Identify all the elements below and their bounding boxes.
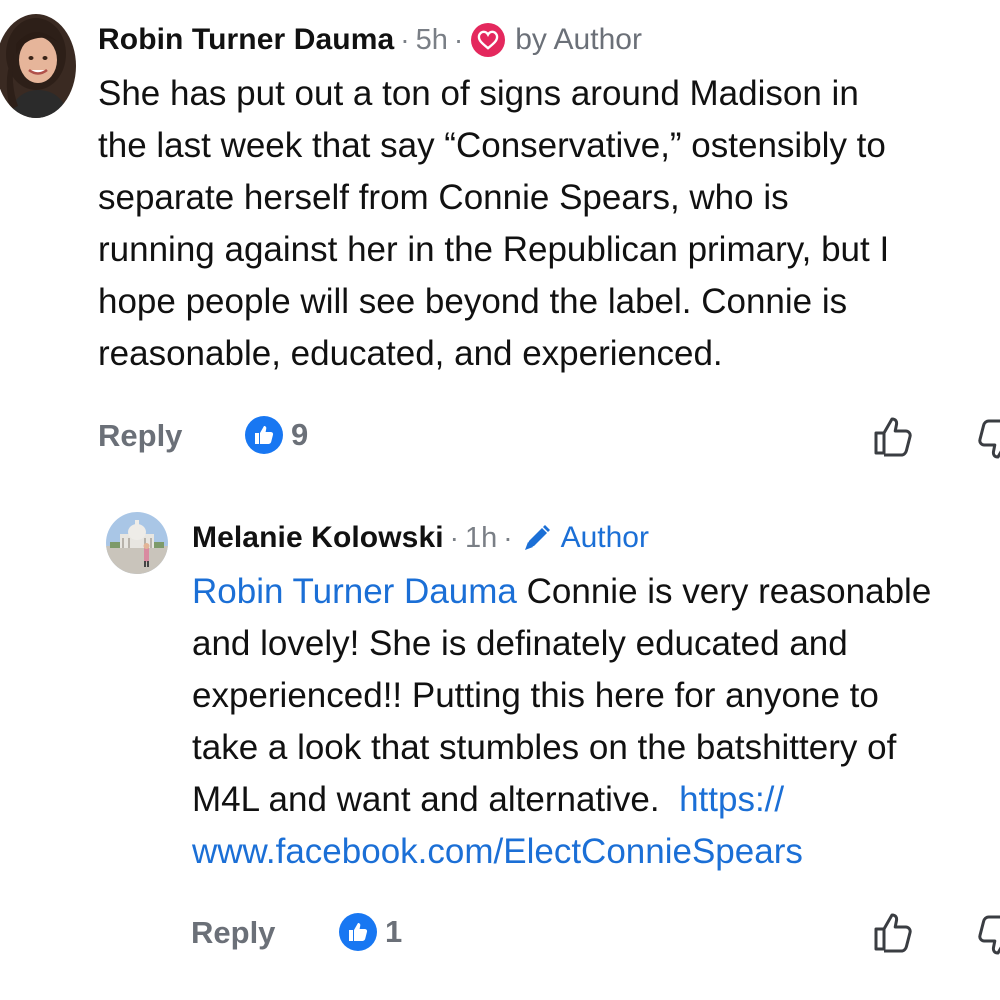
comment-thread: Robin Turner Dauma · 5h · by Author She … — [0, 0, 1000, 1000]
comment-text: M4L and want and alternative. — [192, 780, 680, 819]
pencil-icon — [521, 522, 553, 554]
comment-line: separate herself from Connie Spears, who… — [98, 178, 789, 217]
heart-icon — [471, 23, 506, 57]
comment-line: hope people will see beyond the label. C… — [98, 282, 848, 321]
like-reactions[interactable]: 9 — [245, 416, 308, 454]
separator: · — [449, 522, 459, 553]
comment-line: Robin Turner Dauma Connie is very reason… — [192, 566, 931, 618]
mention-link[interactable]: Robin Turner Dauma — [192, 572, 517, 611]
comment-line: running against her in the Republican pr… — [98, 230, 890, 269]
timestamp[interactable]: 1h — [465, 518, 497, 558]
separator: · — [453, 24, 464, 55]
avatar[interactable] — [0, 14, 76, 118]
like-icon — [245, 416, 283, 454]
like-reactions[interactable]: 1 — [339, 913, 402, 951]
comment-body: She has put out a ton of signs around Ma… — [98, 68, 889, 380]
author-name[interactable]: Melanie Kolowski — [192, 518, 444, 558]
like-count: 9 — [291, 417, 309, 452]
comment-line: reasonable, educated, and experienced. — [98, 334, 723, 373]
comment-line: take a look that stumbles on the batshit… — [192, 728, 897, 767]
url-link[interactable]: www.facebook.com/ElectConnieSpears — [192, 832, 803, 871]
comment-line: She has put out a ton of signs around Ma… — [98, 74, 859, 113]
thumbs-down-icon[interactable] — [974, 914, 1000, 958]
avatar-photo — [0, 14, 76, 118]
like-count: 1 — [385, 914, 403, 949]
reply-button[interactable]: Reply — [98, 418, 182, 454]
thumbs-up-icon[interactable] — [872, 910, 916, 954]
comment-line: M4L and want and alternative. https:// — [192, 774, 931, 826]
comment-line: and lovely! She is definately educated a… — [192, 624, 848, 663]
comment-header: Robin Turner Dauma · 5h · by Author — [98, 20, 642, 60]
avatar[interactable] — [106, 512, 168, 574]
avatar-photo — [106, 512, 168, 574]
separator: · — [503, 522, 513, 553]
thumbs-up-icon[interactable] — [872, 414, 916, 458]
comment-line: experienced!! Putting this here for anyo… — [192, 676, 879, 715]
comment-header: Melanie Kolowski · 1h · Author — [192, 518, 649, 558]
author-name[interactable]: Robin Turner Dauma — [98, 20, 394, 60]
author-badge-label: Author — [560, 521, 649, 554]
comment-text: Connie is very reasonable — [516, 572, 932, 611]
comment-line: the last week that say “Conservative,” o… — [98, 126, 886, 165]
thumbs-down-icon[interactable] — [974, 418, 1000, 462]
timestamp[interactable]: 5h — [416, 20, 448, 60]
author-liked-label: by Author — [515, 23, 642, 56]
comment-body: Robin Turner Dauma Connie is very reason… — [192, 566, 931, 878]
like-icon — [339, 913, 377, 951]
separator: · — [400, 24, 410, 55]
reply-button[interactable]: Reply — [191, 915, 275, 951]
url-link[interactable]: https:// — [679, 780, 784, 819]
comment-line: www.facebook.com/ElectConnieSpears — [192, 826, 931, 878]
